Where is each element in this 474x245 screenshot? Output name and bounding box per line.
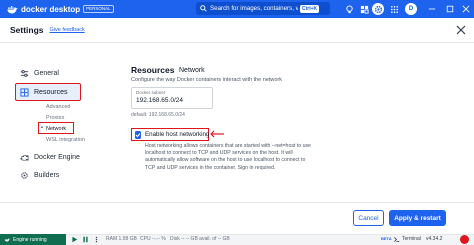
- disk-usage: Disk -- -- GB avail. of -- GB: [170, 236, 230, 242]
- version-label: v4.34.2: [426, 236, 443, 242]
- lightbulb-icon: [345, 4, 353, 13]
- app-name: docker desktop: [21, 4, 81, 14]
- cpu-usage: CPU --.-- %: [140, 236, 166, 242]
- host-networking-label: Enable host networking: [145, 131, 210, 138]
- avatar[interactable]: D: [405, 3, 417, 15]
- active-dot-icon: •: [41, 125, 43, 131]
- grid-icon: [390, 5, 398, 13]
- section-title: Resources: [131, 65, 175, 75]
- host-networking-option[interactable]: Enable host networking: [131, 128, 209, 141]
- puzzle-icon: [360, 5, 369, 14]
- beta-badge: BETA: [381, 236, 392, 241]
- sidebar-subitem-wsl[interactable]: WSL integration: [46, 137, 85, 143]
- gear-icon: [374, 5, 382, 13]
- subnet-label: Docker subnet: [136, 90, 166, 95]
- settings-header: Settings Give feedback: [0, 18, 474, 43]
- docker-logo[interactable]: docker desktop PERSONAL: [6, 5, 114, 14]
- engine-status[interactable]: Engine running: [0, 234, 66, 245]
- sidebar-item-label: General: [34, 70, 59, 77]
- sidebar-item-docker-engine[interactable]: Docker Engine: [20, 153, 80, 162]
- subnet-default-hint: default: 192.168.65.0/24: [131, 112, 185, 118]
- cancel-button[interactable]: Cancel: [353, 210, 384, 226]
- page-title: Settings: [10, 25, 44, 35]
- builders-icon: [21, 172, 28, 179]
- window-close-icon[interactable]: [462, 5, 470, 13]
- search-placeholder: Search for images, containers, volu...: [210, 5, 298, 12]
- more-vertical-icon[interactable]: [93, 236, 100, 243]
- search-input[interactable]: Search for images, containers, volu... C…: [196, 2, 330, 15]
- learning-center-button[interactable]: [343, 3, 355, 15]
- apply-restart-button[interactable]: Apply & restart: [389, 210, 446, 226]
- sidebar-item-label: Builders: [34, 172, 60, 179]
- sidebar-item-builders[interactable]: Builders: [20, 171, 59, 180]
- terminal-button[interactable]: Terminal: [402, 236, 421, 242]
- checkmark-icon: [135, 132, 141, 137]
- engine-status-text: Engine running: [13, 236, 47, 243]
- extensions-button[interactable]: [358, 3, 370, 15]
- sidebar-subitem-advanced[interactable]: Advanced: [46, 104, 70, 110]
- search-icon: [200, 5, 207, 12]
- host-networking-description: Host networking allows containers that a…: [145, 143, 311, 171]
- sliders-icon: [20, 70, 29, 77]
- docker-subnet-field[interactable]: Docker subnet 192.168.65.0/24: [131, 87, 213, 109]
- search-shortcut: Ctrl+K: [300, 4, 320, 13]
- terminal-icon: [394, 237, 400, 243]
- sidebar-item-label: Docker Engine: [34, 154, 80, 161]
- settings-button[interactable]: [372, 3, 384, 15]
- subnet-value: 192.168.65.0/24: [136, 97, 183, 104]
- maximize-icon[interactable]: [446, 5, 454, 13]
- whale-icon: [6, 5, 18, 13]
- section-subtitle: Network: [179, 67, 205, 74]
- pause-icon[interactable]: [82, 236, 89, 243]
- title-bar: docker desktop PERSONAL Search for image…: [0, 0, 474, 18]
- plan-badge: PERSONAL: [83, 5, 114, 13]
- notification-icon[interactable]: [460, 235, 469, 244]
- sidebar-subitem-network[interactable]: Network: [46, 126, 66, 132]
- ram-usage: RAM 1.98 GB: [106, 236, 137, 242]
- resources-icon: [20, 88, 29, 97]
- engine-icon: [20, 155, 29, 161]
- sidebar-subitem-proxies[interactable]: Proxies: [46, 115, 64, 121]
- minimize-icon[interactable]: [428, 5, 436, 13]
- section-description: Configure the way Docker containers inte…: [131, 77, 283, 83]
- apps-grid-button[interactable]: [388, 3, 400, 15]
- whale-icon: [4, 238, 10, 242]
- footer-divider: [0, 202, 474, 203]
- feedback-link[interactable]: Give feedback: [50, 27, 85, 33]
- close-icon[interactable]: [456, 25, 466, 35]
- sidebar-item-general[interactable]: General: [20, 69, 59, 78]
- sidebar-item-label: Resources: [34, 89, 68, 96]
- host-networking-checkbox[interactable]: [135, 130, 141, 139]
- arrow-left-icon: [210, 130, 224, 138]
- sidebar-item-resources[interactable]: Resources: [20, 88, 67, 97]
- play-icon[interactable]: [71, 236, 78, 243]
